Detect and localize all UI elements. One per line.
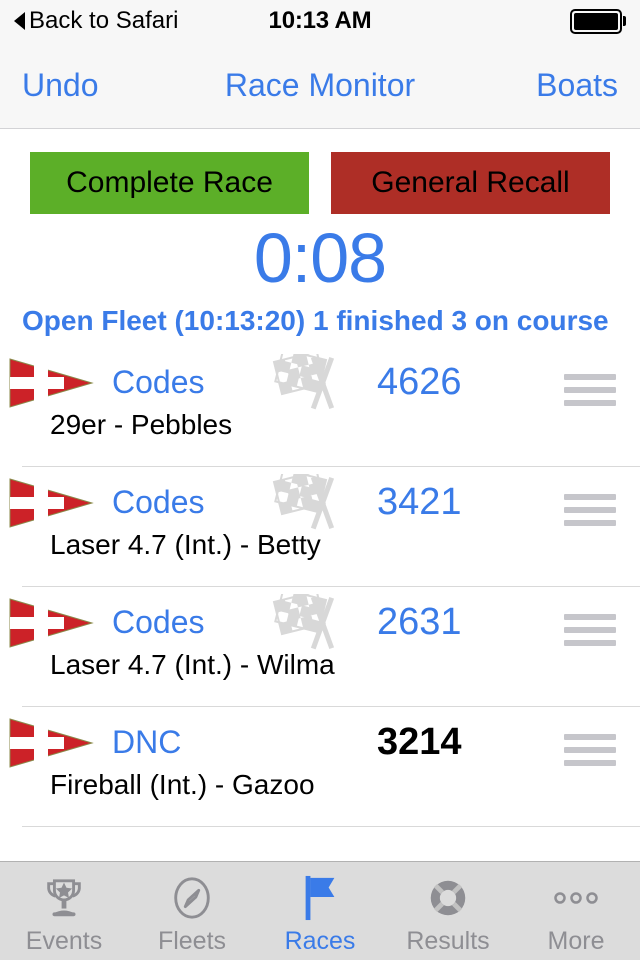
tab-label: More [547, 927, 605, 955]
navigation-bar: Undo Race Monitor Boats [0, 42, 640, 129]
compass-icon [169, 872, 215, 924]
life-ring-icon [425, 872, 471, 924]
action-button-bar: Complete Race General Recall [0, 129, 640, 214]
tab-more[interactable]: More [512, 862, 640, 960]
boat-description: Fireball (Int.) - Gazoo [50, 769, 315, 800]
boat-row[interactable]: DNC 3214 Fireball (Int.) - Gazoo [9, 707, 640, 827]
numeral-pennant-4-icon [8, 597, 94, 649]
boat-row[interactable]: Codes 2631 Laser 4.7 (Int.) - Wilma [9, 587, 640, 707]
tab-events[interactable]: Events [0, 862, 128, 960]
boat-description: Laser 4.7 (Int.) - Betty [50, 529, 321, 560]
back-to-safari-label: Back to Safari [29, 7, 179, 34]
boats-button[interactable]: Boats [536, 67, 618, 104]
reorder-handle-icon[interactable] [564, 360, 616, 406]
tab-fleets[interactable]: Fleets [128, 862, 256, 960]
tab-label: Results [406, 927, 490, 955]
sail-number[interactable]: 3421 [377, 481, 552, 524]
general-recall-button[interactable]: General Recall [331, 152, 610, 214]
numeral-pennant-4-icon [8, 357, 94, 409]
race-timer: 0:08 [253, 219, 387, 297]
boat-description: 29er - Pebbles [50, 409, 233, 440]
numeral-pennant-4-icon [8, 477, 94, 529]
back-chevron-icon [14, 12, 25, 30]
sail-number[interactable]: 3214 [377, 721, 552, 764]
boat-row[interactable]: Codes 4626 29er - Pebbles [9, 347, 640, 467]
boat-code-label[interactable]: DNC [112, 724, 267, 761]
flag-icon [297, 872, 343, 924]
tab-label: Events [25, 927, 103, 955]
checkered-flags-icon [267, 593, 377, 652]
reorder-handle-icon[interactable] [564, 720, 616, 766]
race-monitor-screen: Back to Safari 10:13 AM Undo Race Monito… [0, 0, 640, 960]
tab-races[interactable]: Races [256, 862, 384, 960]
boat-code-label[interactable]: Codes [112, 604, 267, 641]
numeral-pennant-4-icon [8, 717, 94, 769]
boat-row[interactable]: Codes 3421 Laser 4.7 (Int.) - Betty [9, 467, 640, 587]
battery-full-icon [569, 8, 626, 34]
reorder-handle-icon[interactable] [564, 600, 616, 646]
tab-results[interactable]: Results [384, 862, 512, 960]
sail-number[interactable]: 4626 [377, 361, 552, 404]
checkered-flags-icon [267, 353, 377, 412]
boat-code-label[interactable]: Codes [112, 484, 267, 521]
checkered-flags-icon [267, 473, 377, 532]
status-bar: Back to Safari 10:13 AM [0, 0, 640, 42]
ellipsis-icon [552, 872, 600, 924]
tab-label: Races [284, 927, 356, 955]
undo-button[interactable]: Undo [22, 67, 99, 104]
sail-number[interactable]: 2631 [377, 601, 552, 644]
tab-label: Fleets [157, 927, 227, 955]
back-to-safari-button[interactable]: Back to Safari [14, 7, 178, 35]
boat-code-label[interactable]: Codes [112, 364, 267, 401]
boat-description: Laser 4.7 (Int.) - Wilma [50, 649, 335, 680]
reorder-handle-icon[interactable] [564, 480, 616, 526]
boat-list: Codes 4626 29er - Pebbles Codes 3421 Las… [0, 347, 640, 861]
complete-race-button[interactable]: Complete Race [30, 152, 309, 214]
fleet-status-line[interactable]: Open Fleet (10:13:20) 1 finished 3 on co… [0, 293, 640, 347]
trophy-icon [41, 872, 87, 924]
tab-bar: Events Fleets Races Results More [0, 861, 640, 960]
